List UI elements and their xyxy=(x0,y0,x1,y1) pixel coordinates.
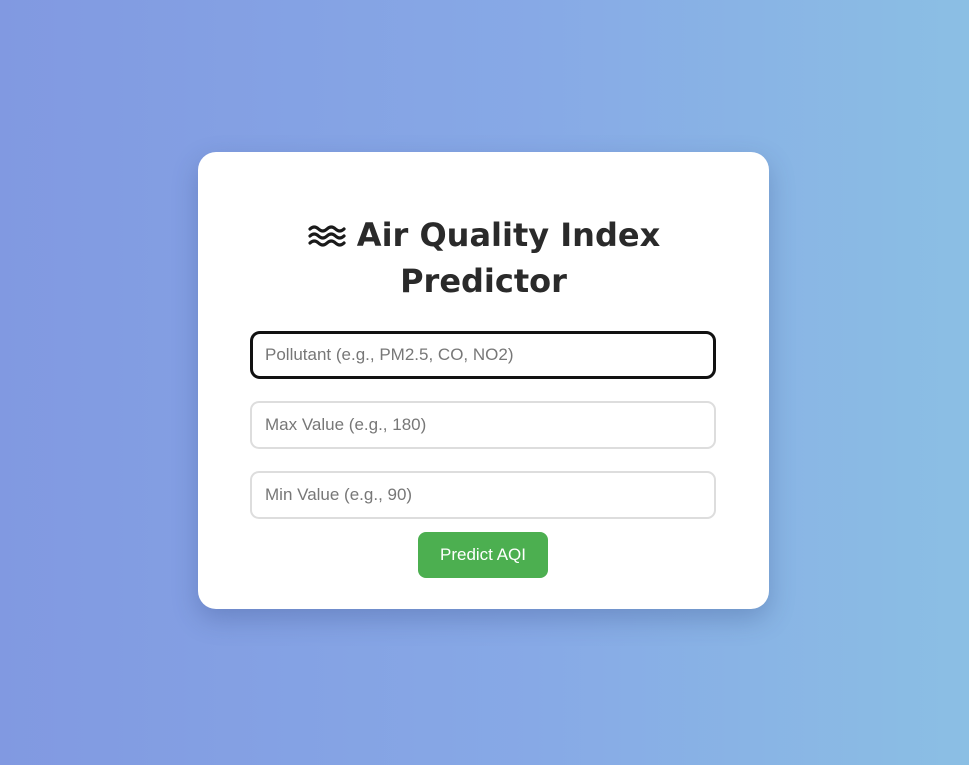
predictor-card: Air Quality Index Predictor Predict AQI xyxy=(198,152,769,609)
min-value-input[interactable] xyxy=(250,471,716,519)
title-line-1: Air Quality Index xyxy=(356,216,661,254)
title-line-2: Predictor xyxy=(400,262,567,300)
predict-aqi-button[interactable]: Predict AQI xyxy=(418,532,548,578)
pollutant-input[interactable] xyxy=(250,331,716,379)
max-value-input[interactable] xyxy=(250,401,716,449)
wave-icon xyxy=(308,225,346,247)
page-title: Air Quality Index Predictor xyxy=(198,212,769,304)
